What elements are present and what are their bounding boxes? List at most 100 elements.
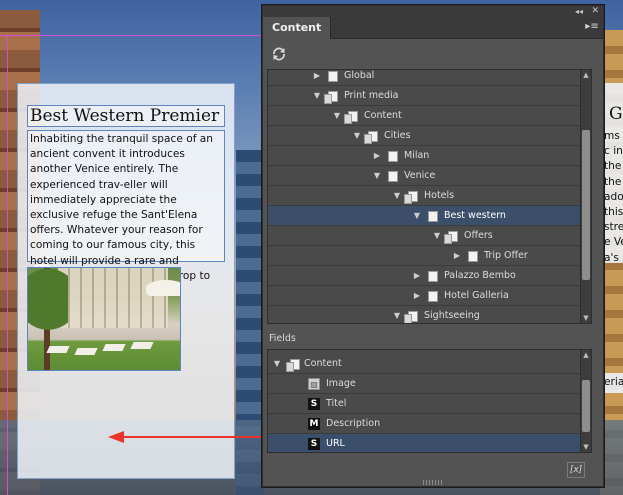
collapsed-arrow-icon[interactable]: ▶ [412,286,422,306]
expanded-arrow-icon[interactable]: ▼ [312,86,322,106]
field-item-description[interactable]: M Description [268,414,591,434]
expanded-arrow-icon[interactable]: ▼ [352,126,362,146]
field-item-url[interactable]: S URL [268,434,591,452]
photo-lounger [46,346,70,353]
next-article-text-line: the c [604,160,623,173]
tree-item-label: Sightseeing [424,310,480,321]
hotel-photo[interactable] [27,267,181,371]
field-item-label: Titel [326,398,347,409]
tree-item-label: Trip Offer [484,250,528,261]
fields-tree[interactable]: ▼ Content ▨ Image S Titel M Description S URL ▲ ▼ [267,349,592,453]
document-icon [428,271,438,282]
folder-icon [344,111,358,124]
next-article-text-line: ado [604,190,623,203]
tree-item-offers[interactable]: ▼ Offers [268,226,591,246]
panel-tab-bar: Content ▸≡ [263,17,603,39]
scroll-thumb[interactable] [582,380,590,432]
tree-item-milan[interactable]: ▶ Milan [268,146,591,166]
content-panel: ◂◂ ✕ Content ▸≡ ▶ Global ▼ Print media ▼ Cont… [262,5,604,487]
panel-title-strip: ◂◂ ✕ [263,6,603,17]
close-icon[interactable]: ✕ [591,6,599,17]
field-item-label: Image [326,378,356,389]
tree-item-label: Global [344,70,375,81]
tree-item-label: Offers [464,230,493,241]
scroll-down-icon[interactable]: ▼ [581,313,591,323]
tree-item-label: Content [364,110,402,121]
description-text-frame[interactable]: Inhabiting the tranquil space of an anci… [27,130,225,297]
scroll-up-icon[interactable]: ▲ [581,350,591,360]
photo-tree [28,268,68,370]
insert-placeholder-button[interactable]: [x] [567,462,585,478]
expanded-arrow-icon[interactable]: ▼ [392,186,402,206]
hotel-title: Best Western Premier [30,106,220,126]
tree-item-venice[interactable]: ▼ Venice [268,166,591,186]
folder-icon [404,311,418,323]
expanded-arrow-icon[interactable]: ▼ [392,306,402,323]
photo-umbrella [146,280,180,296]
tree-item-hotels[interactable]: ▼ Hotels [268,186,591,206]
next-article-text-line: the C [604,175,623,188]
document-icon [388,171,398,182]
expanded-arrow-icon[interactable]: ▼ [272,354,282,374]
tab-content[interactable]: Content [263,17,332,39]
tree-item-label: Cities [384,130,411,141]
tree-item-palazzo-bembo[interactable]: ▶ Palazzo Bembo [268,266,591,286]
collapsed-arrow-icon[interactable]: ▶ [452,246,462,266]
expanded-arrow-icon[interactable]: ▼ [432,226,442,246]
tree-item-label: Milan [404,150,430,161]
field-item-titel[interactable]: S Titel [268,394,591,414]
field-item-label: URL [326,438,345,449]
scroll-thumb[interactable] [582,130,590,280]
tree-item-label: Print media [344,90,399,101]
collapsed-arrow-icon[interactable]: ▶ [312,70,322,86]
expanded-arrow-icon[interactable]: ▼ [412,206,422,226]
article-text-frame[interactable]: Best Western Premier Inhabiting the tran… [17,83,235,479]
next-article-text-line: stree [604,221,623,234]
field-item-label: Content [304,358,342,369]
image-field-icon: ▨ [308,378,320,390]
tree-item-label: Best western [444,210,506,221]
margin-guide-horizontal [0,35,262,36]
refresh-icon[interactable] [271,46,287,62]
collapsed-arrow-icon[interactable]: ▶ [412,266,422,286]
tree-item-content[interactable]: ▼ Content [268,106,591,126]
fields-tree-scrollbar[interactable]: ▲ ▼ [580,350,591,452]
photo-lounger [74,348,98,355]
tree-item-best-western[interactable]: ▼ Best western [268,206,591,226]
matrix-field-icon: M [308,418,320,430]
panel-menu-icon[interactable]: ▸≡ [585,20,599,34]
string-field-icon: S [308,438,320,450]
tree-item-trip-offer[interactable]: ▶ Trip Offer [268,246,591,266]
title-text-frame[interactable]: Best Western Premier [27,105,225,127]
tree-item-print-media[interactable]: ▼ Print media [268,86,591,106]
tree-item-label: Venice [404,170,436,181]
photo-lounger [130,342,154,349]
expanded-arrow-icon[interactable]: ▼ [372,166,382,186]
photo-building [58,268,168,328]
scroll-up-icon[interactable]: ▲ [581,70,591,80]
next-article-text-line: e Ver [604,236,623,249]
folder-icon [286,359,300,372]
folder-icon [444,231,458,244]
folder-icon [364,131,378,144]
next-article-text-line: c in [604,145,623,158]
field-item-content[interactable]: ▼ Content [268,354,591,374]
expanded-arrow-icon[interactable]: ▼ [332,106,342,126]
tree-item-global[interactable]: ▶ Global [268,70,591,86]
field-item-label: Description [326,418,381,429]
content-tree-scrollbar[interactable]: ▲ ▼ [580,70,591,323]
content-tree[interactable]: ▶ Global ▼ Print media ▼ Content ▼ Cities ▶ Milan… [267,69,592,324]
field-item-image[interactable]: ▨ Image [268,374,591,394]
collapse-panel-icon[interactable]: ◂◂ [575,6,583,17]
document-icon [428,211,438,222]
tree-item-hotel-galleria[interactable]: ▶ Hotel Galleria [268,286,591,306]
resize-grip-icon[interactable] [423,480,443,485]
next-article-text: ms p c in the c the C ado this stree e Ver a's e… [604,129,623,263]
collapsed-arrow-icon[interactable]: ▶ [372,146,382,166]
document-icon [328,71,338,82]
next-article-frame[interactable]: G ms p c in the c the C ado this stree e Ver a's… [601,83,623,263]
scroll-down-icon[interactable]: ▼ [581,442,591,452]
tree-item-sightseeing[interactable]: ▼ Sightseeing [268,306,591,323]
tree-item-cities[interactable]: ▼ Cities [268,126,591,146]
tree-item-label: Hotels [424,190,455,201]
